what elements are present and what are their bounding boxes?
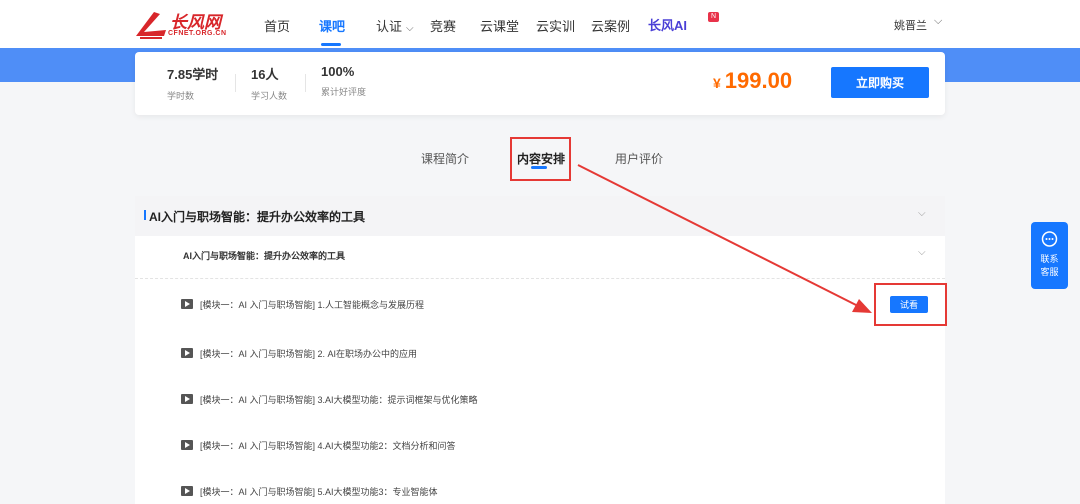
lesson-item[interactable]: [模块一：AI 入门与职场智能] 4.AI大模型功能2：文档分析和问答 — [181, 438, 881, 454]
lesson-title: [模块一：AI 入门与职场智能] 3.AI大模型功能：提示词框架与优化策略 — [200, 395, 478, 405]
chapter-title: AI入门与职场智能：提升办公效率的工具 — [149, 210, 366, 224]
chevron-down-icon[interactable]: ⌵ — [934, 15, 942, 28]
tab-course-intro[interactable]: 课程简介 — [421, 150, 469, 167]
user-name[interactable]: 姚晋兰 — [894, 17, 927, 33]
stat-label: 累计好评度 — [321, 87, 367, 97]
currency-symbol: ¥ — [713, 75, 721, 91]
lesson-title: [模块一：AI 入门与职场智能] 2. AI在职场办公中的应用 — [200, 349, 418, 359]
play-icon — [181, 299, 193, 309]
lesson-title: [模块一：AI 入门与职场智能] 5.AI大模型功能3：专业智能体 — [200, 487, 438, 497]
logo-subtext: CFNET.ORG.CN — [168, 30, 227, 37]
subsection-title[interactable]: AI入门与职场智能：提升办公效率的工具 — [183, 249, 345, 262]
site-logo[interactable]: 长风网 CFNET.ORG.CN — [134, 6, 234, 42]
play-icon — [181, 440, 193, 450]
annotation-box-trial — [874, 283, 947, 326]
nav-active-indicator — [321, 43, 341, 46]
logo-mark-icon — [136, 12, 166, 39]
lesson-title: [模块一：AI 入门与职场智能] 1.人工智能概念与发展历程 — [200, 300, 425, 310]
play-icon — [181, 486, 193, 496]
nav-certification-label: 认证 — [376, 19, 403, 34]
tab-user-reviews[interactable]: 用户评价 — [615, 150, 663, 167]
divider — [135, 278, 945, 279]
stat-rating: 100% 累计好评度 — [321, 64, 368, 98]
play-icon — [181, 394, 193, 404]
buy-now-button[interactable]: 立即购买 — [831, 67, 929, 98]
stat-divider — [305, 74, 306, 92]
annotation-box-tab — [510, 137, 571, 181]
customer-service-label: 联系 客服 — [1031, 253, 1068, 279]
chapter-header[interactable]: AI入门与职场智能：提升办公效率的工具 ⌵ — [135, 196, 945, 236]
nav-certification[interactable]: 认证 ⌵ — [376, 16, 414, 35]
stat-divider — [235, 74, 236, 92]
play-icon — [181, 348, 193, 358]
lesson-item[interactable]: [模块一：AI 入门与职场智能] 1.人工智能概念与发展历程 — [181, 297, 881, 313]
course-content-list: AI入门与职场智能：提升办公效率的工具 ⌵ AI入门与职场智能：提升办公效率的工… — [135, 196, 945, 504]
lesson-item[interactable]: [模块一：AI 入门与职场智能] 5.AI大模型功能3：专业智能体 — [181, 484, 881, 500]
top-nav: 长风网 CFNET.ORG.CN 首页 课吧 认证 ⌵ 竞赛 云课堂 云实训 云案… — [0, 0, 1080, 48]
nav-competition[interactable]: 竞赛 — [430, 16, 456, 35]
price-value: 199.00 — [724, 68, 793, 93]
nav-home[interactable]: 首页 — [264, 16, 290, 35]
customer-service-line1: 联系 — [1040, 254, 1059, 264]
course-summary-card: 7.85学时 学时数 16人 学习人数 100% 累计好评度 ¥199.00 立… — [135, 52, 945, 115]
stat-value: 100% — [321, 64, 368, 79]
stat-value: 7.85学时 — [167, 64, 218, 83]
nav-cloud-training[interactable]: 云实训 — [536, 16, 575, 35]
customer-service-line2: 客服 — [1040, 267, 1059, 277]
lesson-item[interactable]: [模块一：AI 入门与职场智能] 3.AI大模型功能：提示词框架与优化策略 — [181, 392, 881, 408]
stat-label: 学习人数 — [251, 91, 288, 101]
nav-cloud-cases[interactable]: 云案例 — [591, 16, 630, 35]
stat-hours: 7.85学时 学时数 — [167, 64, 218, 102]
chevron-down-icon: ⌵ — [406, 23, 414, 34]
new-badge: N — [708, 12, 719, 22]
chat-bubble-icon — [1041, 231, 1058, 247]
stat-value: 16人 — [251, 64, 298, 83]
lesson-title: [模块一：AI 入门与职场智能] 4.AI大模型功能2：文档分析和问答 — [200, 441, 456, 451]
nav-keba[interactable]: 课吧 — [319, 16, 345, 35]
section-marker — [144, 210, 146, 220]
nav-cloud-classroom[interactable]: 云课堂 — [480, 16, 519, 35]
lesson-item[interactable]: [模块一：AI 入门与职场智能] 2. AI在职场办公中的应用 — [181, 346, 881, 362]
customer-service-button[interactable]: 联系 客服 — [1031, 222, 1068, 289]
stat-learners: 16人 学习人数 — [251, 64, 298, 102]
chevron-down-icon[interactable]: ⌵ — [918, 247, 926, 258]
stat-label: 学时数 — [167, 91, 195, 101]
chevron-down-icon[interactable]: ⌵ — [918, 208, 926, 219]
nav-changfeng-ai[interactable]: 长风AI — [648, 15, 687, 34]
course-price: ¥199.00 — [713, 68, 792, 94]
